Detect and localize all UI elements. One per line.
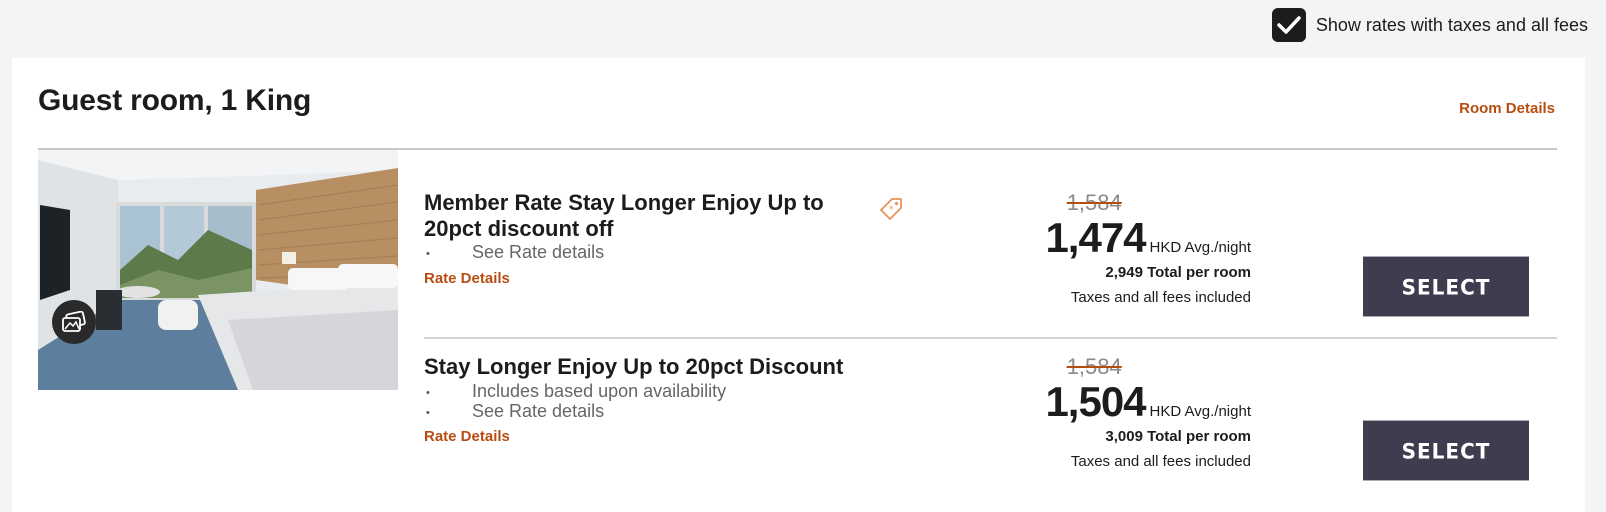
original-price: 1,584 [1066, 354, 1122, 379]
price-unit: HKD Avg./night [1149, 403, 1251, 420]
room-title: Guest room, 1 King [38, 84, 312, 117]
checkmark-icon [1277, 16, 1301, 34]
rate-option: Stay Longer Enjoy Up to 20pct Discount I… [424, 58, 1557, 512]
rate-name-line: Stay Longer Enjoy Up to 20pct Discount [424, 354, 844, 379]
top-bar: Show rates with taxes and all fees [0, 0, 1606, 58]
rate-details-link[interactable]: Rate Details [424, 428, 510, 445]
total-per-room: 3,009 Total per room [1045, 428, 1251, 445]
room-photo-illustration [38, 150, 398, 390]
select-button[interactable]: SELECT [1363, 420, 1529, 481]
total-value: 3,009 [1105, 428, 1143, 445]
tax-checkbox[interactable] [1271, 8, 1306, 42]
tax-toggle-label: Show rates with taxes and all fees [1315, 14, 1588, 35]
room-photo[interactable] [38, 150, 398, 390]
rate-bullet: See Rate details [424, 401, 726, 423]
total-label: Total per room [1147, 428, 1251, 445]
room-card: Guest room, 1 King Room Details Member R… [12, 58, 1585, 512]
photo-gallery-icon [62, 311, 86, 332]
nightly-price: 1,504 [1045, 378, 1146, 425]
rate-bullets: Includes based upon availability See Rat… [424, 381, 726, 423]
price-row: 1,504 HKD Avg./night [1045, 380, 1251, 424]
rate-name: Stay Longer Enjoy Up to 20pct Discount [424, 354, 843, 380]
fees-note: Taxes and all fees included [1070, 453, 1251, 470]
tax-toggle[interactable]: Show rates with taxes and all fees [1271, 8, 1588, 42]
rate-bullet: Includes based upon availability [424, 381, 726, 403]
price-block: 1,584 1,504 HKD Avg./night 3,009 Total p… [1045, 354, 1251, 470]
photo-gallery-button[interactable] [52, 300, 96, 344]
